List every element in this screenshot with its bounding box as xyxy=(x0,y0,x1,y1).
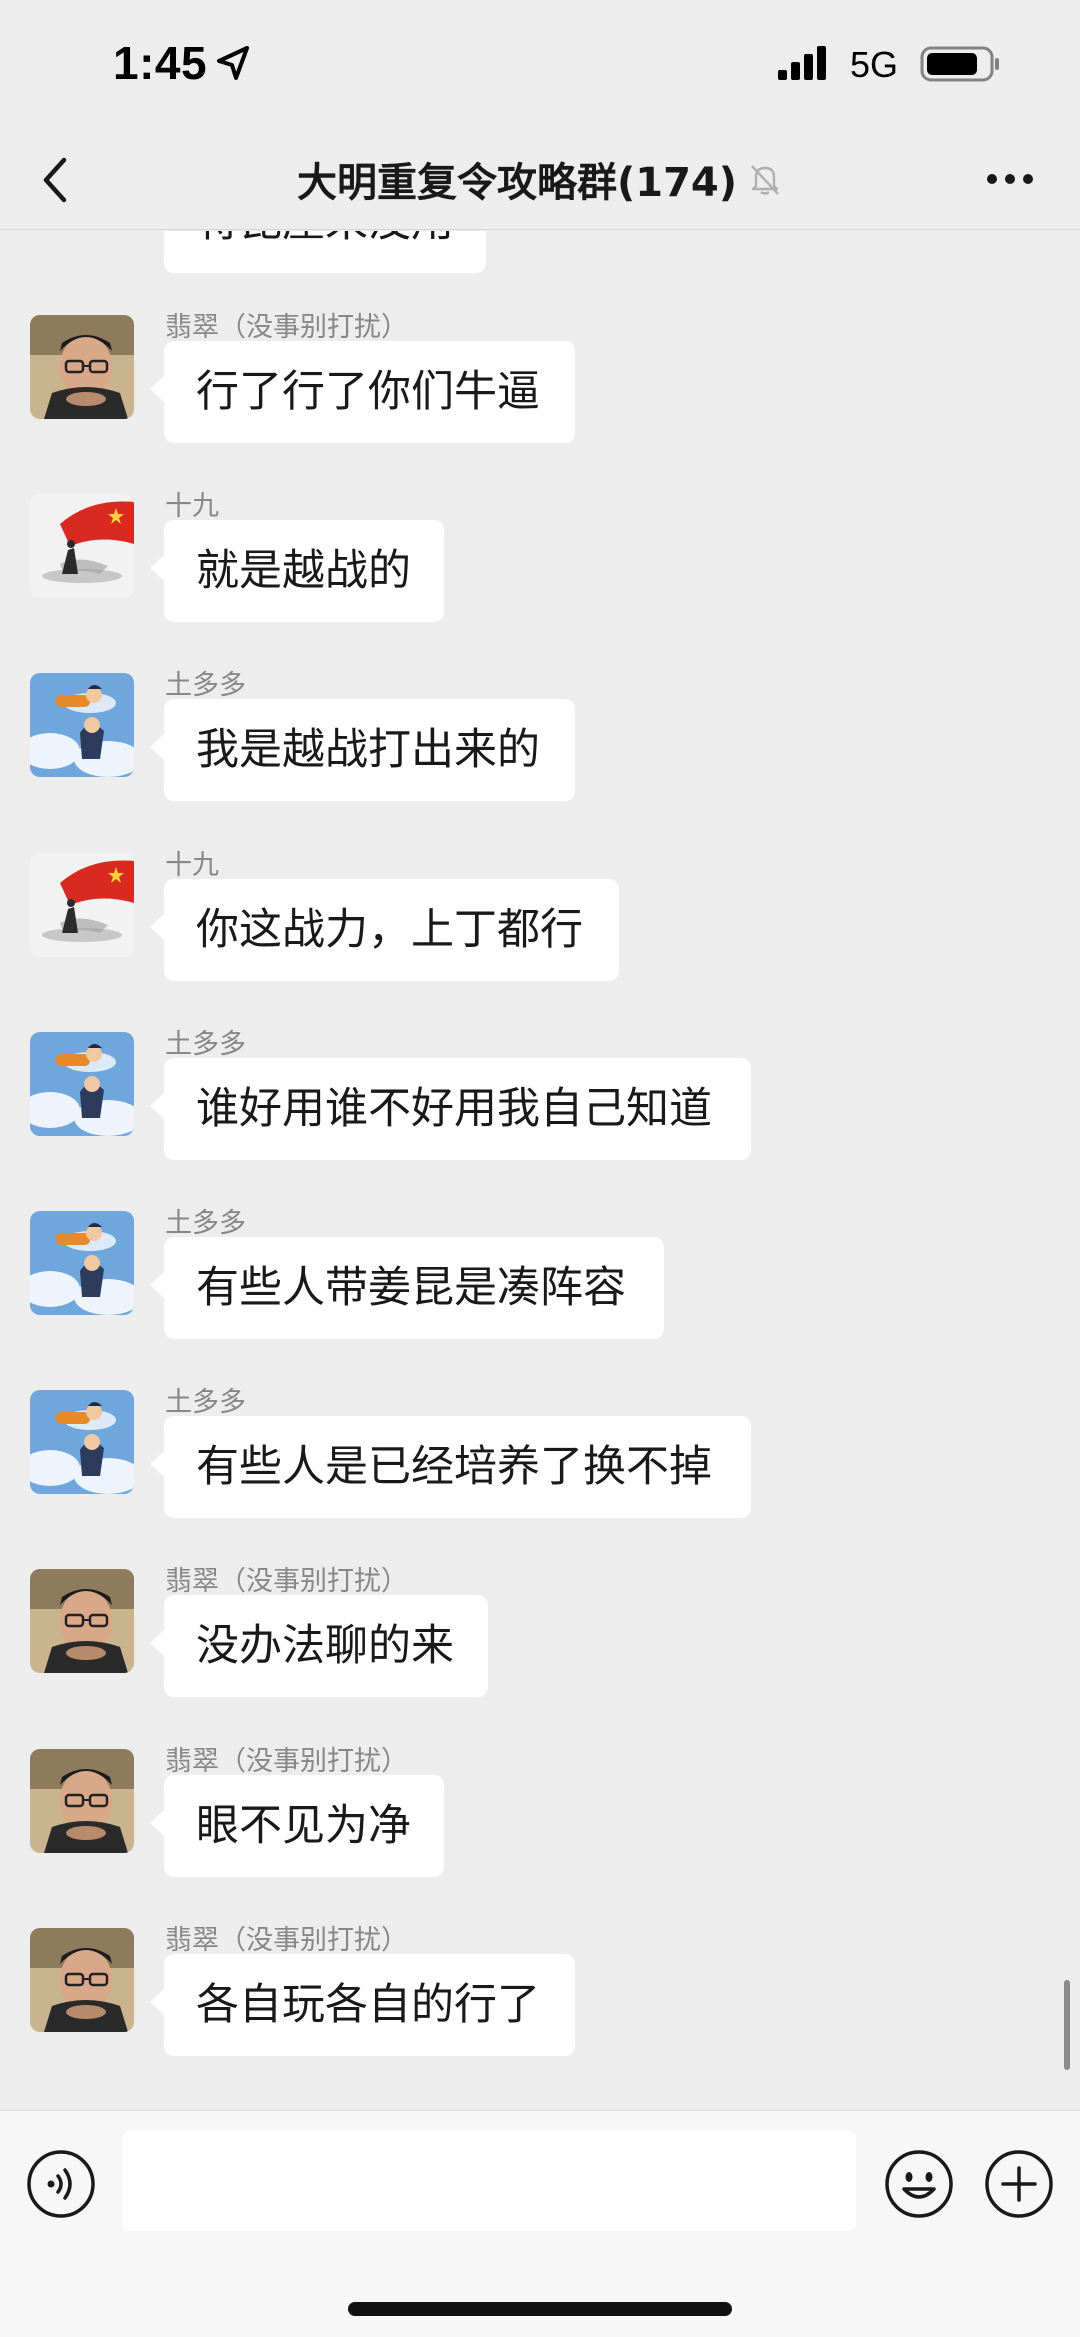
message-bubble[interactable]: 你这战力，上丁都行 xyxy=(150,878,619,981)
avatar[interactable] xyxy=(30,315,134,419)
home-indicator[interactable] xyxy=(348,2302,732,2316)
message-bubble[interactable]: 将昆屋来没用 xyxy=(150,231,486,273)
plus-icon[interactable] xyxy=(984,2149,1054,2219)
signal-icon xyxy=(778,46,826,80)
sender-name: 土多多 xyxy=(165,1208,246,1239)
status-time: 1:45 xyxy=(113,37,208,89)
sender-name: 翡翠（没事别打扰） xyxy=(165,1745,408,1777)
more-icon[interactable] xyxy=(984,164,1036,194)
sender-name: 土多多 xyxy=(165,670,246,702)
network-label: 5G xyxy=(850,44,899,85)
avatar[interactable] xyxy=(30,1748,134,1853)
battery-icon xyxy=(920,46,999,82)
bell-off-icon xyxy=(751,165,779,195)
sender-name: 十九 xyxy=(165,491,219,523)
sender-name: 土多多 xyxy=(165,1387,246,1419)
message-bubble[interactable]: 有些人带姜昆是凑阵容 xyxy=(150,1237,664,1339)
message-bubble[interactable]: 有些人是已经培养了换不掉 xyxy=(150,1416,751,1519)
sender-name: 翡翠（没事别打扰） xyxy=(165,1924,408,1956)
message-bubble[interactable]: 行了行了你们牛逼 xyxy=(150,341,575,443)
avatar[interactable] xyxy=(30,852,134,957)
location-arrow-icon xyxy=(217,46,249,80)
message-bubble[interactable]: 我是越战打出来的 xyxy=(150,699,575,802)
avatar[interactable] xyxy=(30,673,134,778)
avatar[interactable] xyxy=(30,1031,134,1136)
sender-name: 翡翠（没事别打扰） xyxy=(165,312,408,343)
sender-name: 十九 xyxy=(165,849,219,881)
message-input[interactable] xyxy=(122,2131,856,2231)
scrollbar[interactable] xyxy=(1064,1980,1070,2070)
message-list[interactable]: 将昆屋来没用 翡翠（没事别打扰）行了行了你们牛逼十九就是越战的土多多我是越战打出… xyxy=(0,231,1080,2111)
message-bubble[interactable]: 眼不见为净 xyxy=(150,1774,444,1877)
avatar[interactable] xyxy=(30,1569,134,1674)
message-bubble[interactable]: 各自玩各自的行了 xyxy=(150,1953,575,2056)
chat-title-container: 大明重复令攻略群(174) xyxy=(0,150,1080,208)
chat-title[interactable]: 大明重复令攻略群(174) xyxy=(297,150,737,208)
avatar[interactable] xyxy=(30,1927,134,2032)
chat-screen: 1:45 5G 大明重复令攻略群(174) 翡翠（没事别打扰） 行了行了你们牛逼… xyxy=(0,0,1080,2337)
message-bubble[interactable]: 谁好用谁不好用我自己知道 xyxy=(150,1057,751,1160)
message-bubble[interactable]: 就是越战的 xyxy=(150,520,444,623)
avatar[interactable] xyxy=(30,1390,134,1495)
status-bar: 1:45 5G xyxy=(0,0,1080,130)
emoji-icon[interactable] xyxy=(884,2149,954,2219)
voice-icon[interactable] xyxy=(26,2149,96,2219)
message-bubble[interactable]: 没办法聊的来 xyxy=(150,1595,488,1698)
avatar[interactable] xyxy=(30,494,134,599)
avatar[interactable] xyxy=(30,1211,134,1315)
nav-bar: 大明重复令攻略群(174) xyxy=(0,130,1080,230)
sender-name: 翡翠（没事别打扰） xyxy=(165,1566,408,1598)
sender-name: 土多多 xyxy=(165,1028,246,1060)
